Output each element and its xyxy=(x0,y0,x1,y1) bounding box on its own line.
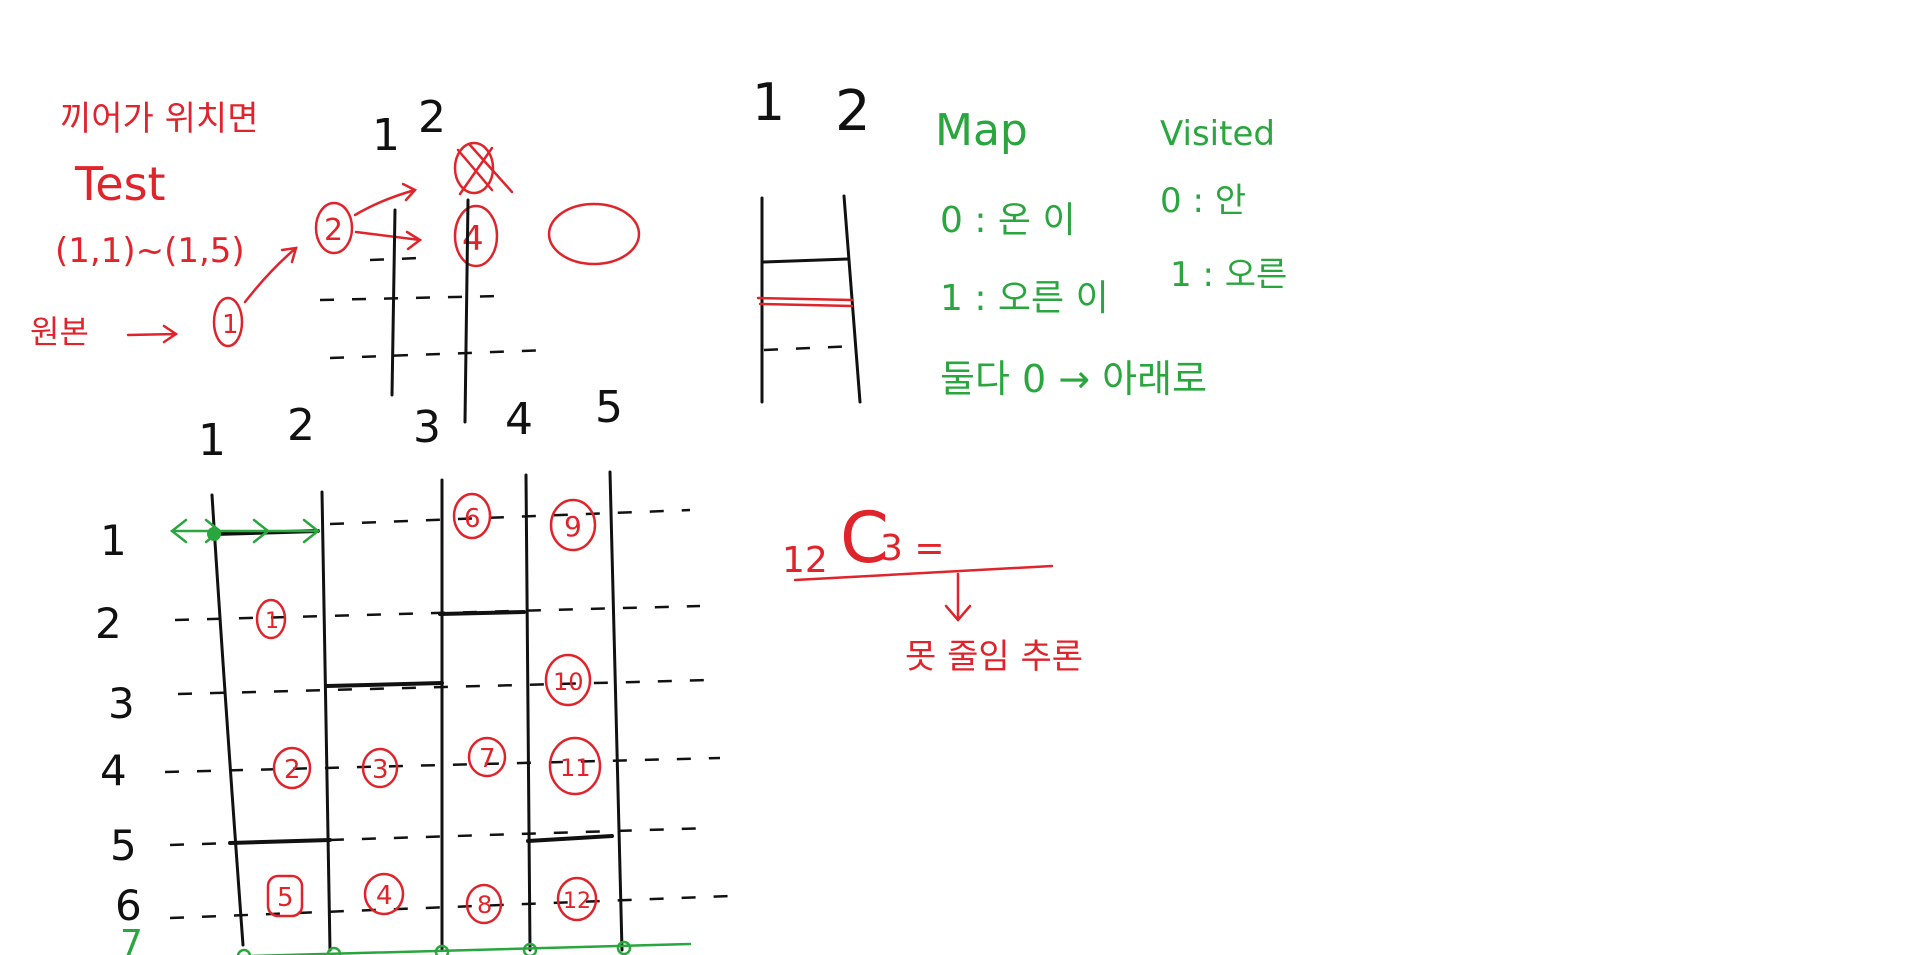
main-col-2: 2 xyxy=(287,400,315,451)
test-range-note: (1,1)~(1,5) xyxy=(55,231,245,271)
rung-r5-c12 xyxy=(228,838,332,845)
right-ladder-col-2: 2 xyxy=(835,79,871,144)
right-ladder-red-rung xyxy=(756,296,854,308)
cell-4-label: 4 xyxy=(376,881,393,911)
cell-3-label: 3 xyxy=(372,755,389,785)
top-small-ladder: 1 2 xyxy=(319,92,551,424)
circled-four-label: 4 xyxy=(462,219,484,259)
origin-arrow xyxy=(126,324,179,344)
main-row-7: 7 xyxy=(120,923,143,955)
green-map-notes: Map Visited 0 : 온 이 0 : 안 1 : 오른 이 1 : 오… xyxy=(935,105,1287,401)
top-ladder-col-2: 2 xyxy=(418,92,446,143)
cell-9-label: 9 xyxy=(564,510,582,543)
arrow-two-right xyxy=(354,230,423,251)
drawing-canvas: 끼어가 위치면 Test (1,1)~(1,5) 원본 1 2 4 1 2 1 … xyxy=(30,73,1287,955)
bottom-dot-1 xyxy=(236,948,252,955)
row-guide-2 xyxy=(174,604,701,622)
main-ladder: 1 2 3 4 5 1 2 3 4 5 6 7 1 2 3 4 5 6 7 8 … xyxy=(95,382,731,955)
main-row-2: 2 xyxy=(95,599,122,648)
right-ladder-col-1: 1 xyxy=(752,73,785,133)
row-guide-6 xyxy=(169,894,731,920)
cell-6-label: 6 xyxy=(464,504,481,534)
main-ladder-row-guides xyxy=(164,508,731,920)
main-ladder-cell-numbers: 1 2 3 4 5 6 7 8 9 10 11 12 xyxy=(255,492,602,925)
rail-4 xyxy=(524,473,532,952)
main-ladder-column-headers: 1 2 3 4 5 xyxy=(198,382,623,466)
combination-left: 12 xyxy=(782,540,828,581)
main-row-1: 1 xyxy=(100,516,127,565)
cell-12-label: 12 xyxy=(563,889,591,914)
main-row-4: 4 xyxy=(100,746,127,795)
main-row-3: 3 xyxy=(108,679,135,728)
circled-two-label: 2 xyxy=(324,213,343,248)
rung-r2-c34 xyxy=(438,610,526,616)
combination-right: 3 = xyxy=(880,528,945,569)
green-row2-right: 1 : 오른 xyxy=(1170,255,1287,295)
main-col-1: 1 xyxy=(198,415,226,466)
green-row2-left: 1 : 오른 이 xyxy=(940,278,1109,319)
combination-down-arrow xyxy=(944,572,972,622)
green-double-arrow xyxy=(169,518,321,544)
top-ladder-dash-1 xyxy=(319,294,501,302)
green-row3: 둘다 0 → 아래로 xyxy=(940,357,1207,401)
main-col-3: 3 xyxy=(413,402,441,453)
main-col-5: 5 xyxy=(595,382,623,433)
green-bottom-line xyxy=(247,942,692,955)
arrow-one-to-two xyxy=(243,246,298,304)
cell-10-label: 10 xyxy=(553,668,584,696)
red-notes: 끼어가 위치면 Test (1,1)~(1,5) 원본 1 2 4 xyxy=(30,99,641,351)
red-title-note: 끼어가 위치면 xyxy=(60,99,259,139)
empty-oval xyxy=(547,202,641,266)
green-row1-left: 0 : 온 이 xyxy=(940,200,1076,241)
right-small-ladder: 1 2 xyxy=(752,73,871,404)
bottom-dot-5 xyxy=(616,940,632,955)
rail-5 xyxy=(608,470,624,952)
origin-label: 원본 xyxy=(30,313,89,351)
main-col-4: 4 xyxy=(505,394,533,445)
arrow-two-up xyxy=(353,182,418,217)
cell-5-label: 5 xyxy=(277,883,294,913)
combination-note-text: 못 줄임 추론 xyxy=(905,637,1083,677)
main-row-5: 5 xyxy=(110,821,137,870)
test-label: Test xyxy=(74,157,166,211)
rung-r5-c45 xyxy=(526,834,614,843)
right-ladder-dash xyxy=(763,344,857,352)
rung-r3-c23 xyxy=(325,681,444,688)
green-visited-label: Visited xyxy=(1160,114,1275,154)
rail-1 xyxy=(210,493,245,947)
top-ladder-dash-2 xyxy=(329,348,551,360)
cell-1-label: 1 xyxy=(265,609,279,634)
cell-8-label: 8 xyxy=(477,891,492,919)
circled-one-label: 1 xyxy=(222,310,239,340)
green-row1-right: 0 : 안 xyxy=(1160,181,1246,221)
top-ladder-col-1: 1 xyxy=(372,110,400,161)
cell-7-label: 7 xyxy=(479,744,496,774)
combination-note: 12 C 3 = 못 줄임 추론 xyxy=(782,497,1083,677)
right-ladder-rung xyxy=(762,257,850,264)
cell-11-label: 11 xyxy=(560,754,591,782)
green-map-label: Map xyxy=(935,105,1028,156)
rail-2 xyxy=(320,490,332,952)
green-start-dot xyxy=(207,527,221,541)
row-guide-3 xyxy=(177,678,711,696)
main-ladder-row-headers: 1 2 3 4 5 6 7 xyxy=(95,516,143,955)
row-guide-1 xyxy=(329,508,691,526)
cell-2-label: 2 xyxy=(284,755,301,785)
